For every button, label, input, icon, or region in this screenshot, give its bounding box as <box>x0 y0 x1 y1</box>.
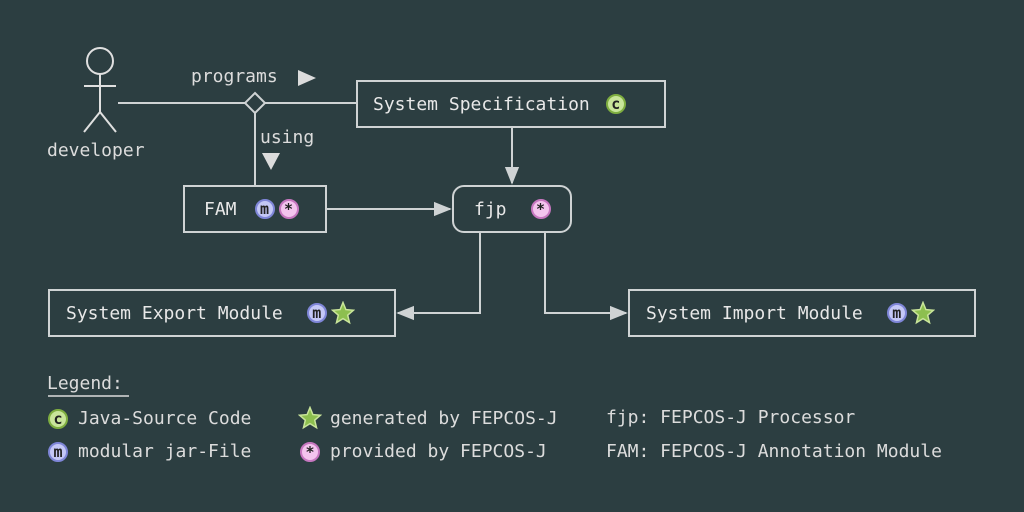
system-specification-label: System Specification <box>373 93 590 115</box>
fjp-label: fjp <box>474 198 507 220</box>
legend-item-generated: generated by FEPCOS-J <box>298 406 558 430</box>
system-import-module-label: System Import Module <box>646 302 863 324</box>
legend-item-modular-jar: m modular jar-File <box>48 441 251 462</box>
programs-label: programs <box>191 66 278 87</box>
legend-generated-text: generated by FEPCOS-J <box>330 407 558 429</box>
legend-java-source-text: Java-Source Code <box>78 408 252 429</box>
modular-jar-badge: m <box>254 199 275 219</box>
generated-star-icon <box>298 406 322 430</box>
legend-fam-text: FAM: FEPCOS-J Annotation Module <box>606 441 942 462</box>
system-import-module-node: System Import Module m <box>628 289 976 337</box>
fjp-to-export-arrow <box>396 232 481 321</box>
java-source-badge: c <box>48 408 68 429</box>
fam-node: FAM m * <box>183 185 327 233</box>
provided-badge: * <box>530 199 551 219</box>
generated-star-icon <box>330 301 355 325</box>
system-export-module-node: System Export Module m <box>48 289 396 337</box>
developer-figure <box>83 47 117 133</box>
legend-modular-jar-text: modular jar-File <box>78 441 252 462</box>
using-direction-arrow <box>262 153 280 170</box>
legend-fjp-text: fjp: FEPCOS-J Processor <box>606 407 856 428</box>
developer-label: developer <box>47 140 145 161</box>
modular-jar-badge: m <box>48 441 68 462</box>
legend-item-provided: * provided by FEPCOS-J <box>300 441 547 462</box>
legend-title: Legend: <box>47 373 123 394</box>
fam-label: FAM <box>204 198 237 220</box>
provided-badge: * <box>300 441 320 462</box>
diagram-connectors <box>48 47 628 397</box>
system-export-module-label: System Export Module <box>66 302 283 324</box>
legend-item-java-source: c Java-Source Code <box>48 408 251 429</box>
modular-jar-badge: m <box>886 303 907 323</box>
fjp-to-import-arrow <box>544 232 628 321</box>
java-source-badge: c <box>605 94 626 114</box>
programs-direction-arrow <box>298 70 316 86</box>
association-diamond <box>243 91 267 115</box>
legend-provided-text: provided by FEPCOS-J <box>330 441 547 462</box>
provided-badge: * <box>278 199 299 219</box>
using-label: using <box>260 127 315 148</box>
fjp-node: fjp * <box>452 185 572 233</box>
system-specification-node: System Specification c <box>356 80 666 128</box>
modular-jar-badge: m <box>306 303 327 323</box>
generated-star-icon <box>910 301 935 325</box>
